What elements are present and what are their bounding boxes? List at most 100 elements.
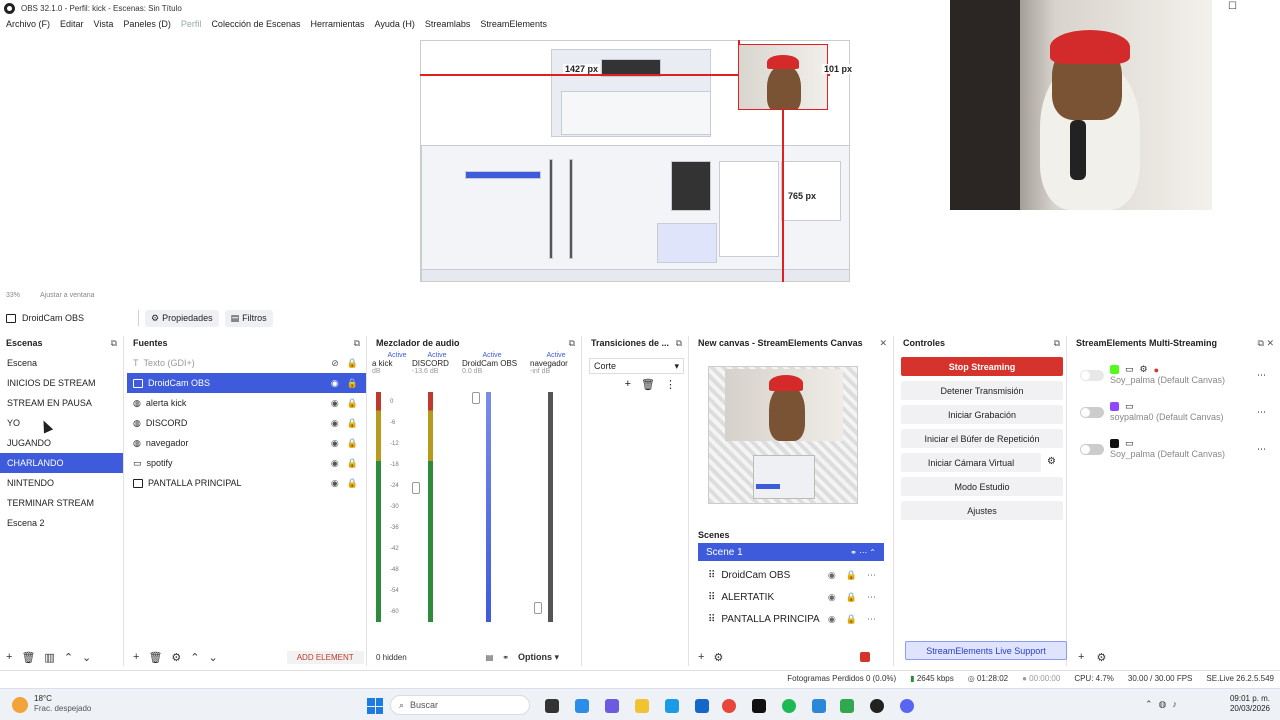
layout-icon[interactable]: ▤ — [486, 653, 494, 662]
channel-name[interactable]: navegador — [530, 359, 582, 368]
filters-button[interactable]: ▤ Filtros — [224, 309, 273, 327]
source-item[interactable]: ◍ DISCORD ◉ 🔒 — [127, 413, 366, 433]
arrow-up-icon[interactable]: ⌃ — [190, 651, 199, 664]
eye-icon[interactable]: ◉ — [331, 478, 339, 489]
lock-icon[interactable]: 🔒 — [347, 358, 358, 369]
scene-actions-icon[interactable]: ⚭ ⋯ ⌃ — [850, 548, 876, 557]
obs-taskbar-icon[interactable] — [870, 699, 884, 713]
menu-vista[interactable]: Vista — [94, 19, 114, 29]
se-live-support-button[interactable]: StreamElements Live Support — [905, 641, 1067, 660]
settings-icon[interactable]: ⚙ — [1140, 364, 1148, 375]
menu-streamlabs[interactable]: Streamlabs — [425, 19, 471, 29]
lock-icon[interactable]: 🔒 — [846, 592, 857, 603]
canvas-preview[interactable] — [708, 366, 858, 504]
lock-icon[interactable]: 🔒 — [846, 570, 857, 581]
scene-item[interactable]: Escena — [0, 353, 123, 373]
volume-slider-handle[interactable] — [412, 482, 420, 494]
spotify-icon[interactable] — [782, 699, 796, 713]
undock-icon[interactable]: ⧉ — [1054, 338, 1060, 349]
lock-icon[interactable]: 🔒 — [846, 614, 857, 625]
source-item[interactable]: ◍ alerta kick ◉ 🔒 — [127, 393, 366, 413]
weather-widget[interactable]: 18°C Frac. despejado — [34, 694, 91, 714]
maximize-button[interactable]: ☐ — [1228, 1, 1237, 12]
zoom-level[interactable]: 33% — [6, 292, 20, 299]
start-recording-button[interactable]: Iniciar Grabación — [901, 405, 1063, 424]
more-icon[interactable]: ⋮ — [665, 378, 676, 391]
lock-icon[interactable]: 🔒 — [347, 438, 358, 449]
add-icon[interactable]: + — [1078, 651, 1084, 663]
options-button[interactable]: Options ▾ — [518, 652, 559, 663]
channel-name[interactable]: DroidCam OBS — [462, 359, 522, 368]
menu-coleccion[interactable]: Colección de Escenas — [211, 19, 300, 29]
edge-icon[interactable] — [665, 699, 679, 713]
eye-icon[interactable]: ◉ — [331, 398, 339, 409]
stop-streaming-button[interactable]: Stop Streaming — [901, 357, 1063, 376]
destination-toggle[interactable] — [1080, 407, 1104, 418]
drag-handle-icon[interactable]: ⠿ — [708, 592, 715, 603]
eye-icon[interactable]: ◉ — [331, 458, 339, 469]
lock-icon[interactable]: 🔒 — [347, 418, 358, 429]
drag-handle-icon[interactable]: ⠿ — [708, 614, 715, 625]
volume-slider-handle[interactable] — [472, 392, 480, 404]
eye-icon[interactable]: ◉ — [331, 438, 339, 449]
scene-item[interactable]: INICIOS DE STREAM — [0, 373, 123, 393]
store-icon[interactable] — [695, 699, 709, 713]
arrow-down-icon[interactable]: ⌄ — [82, 651, 91, 664]
trash-icon[interactable]: 🗑 — [148, 651, 162, 664]
more-icon[interactable]: ⋯ — [1257, 407, 1266, 418]
virtual-camera-button[interactable]: Iniciar Cámara Virtual — [901, 453, 1041, 472]
add-icon[interactable]: + — [698, 651, 704, 663]
destination-toggle[interactable] — [1080, 370, 1104, 381]
fit-window-label[interactable]: Ajustar a ventana — [40, 292, 94, 299]
source-item-selected[interactable]: DroidCam OBS ◉ 🔒 — [127, 373, 366, 393]
lock-icon[interactable]: 🔒 — [347, 458, 358, 469]
menu-editar[interactable]: Editar — [60, 19, 84, 29]
menu-ayuda[interactable]: Ayuda (H) — [375, 19, 415, 29]
more-icon[interactable]: ⋯ — [1257, 444, 1266, 455]
replay-buffer-button[interactable]: Iniciar el Búfer de Repetición — [901, 429, 1063, 448]
lock-icon[interactable]: 🔒 — [347, 378, 358, 389]
more-icon[interactable]: ⋯ — [1257, 370, 1266, 381]
more-icon[interactable]: ⋯ — [867, 614, 876, 625]
channel-name[interactable]: DISCORD — [412, 359, 462, 368]
properties-button[interactable]: ⚙ Propiedades — [145, 309, 219, 327]
add-scene-icon[interactable]: + — [6, 651, 12, 663]
undock-icon[interactable]: ⧉ — [569, 338, 575, 349]
destination-toggle[interactable] — [1080, 444, 1104, 455]
tiktok-app-icon[interactable] — [752, 699, 766, 713]
gear-icon[interactable]: ⚙ — [171, 651, 181, 664]
gear-icon[interactable]: ⚙ — [713, 651, 723, 664]
task-view-icon[interactable] — [545, 699, 559, 713]
source-item[interactable]: ◍ navegador ◉ 🔒 — [127, 433, 366, 453]
file-explorer-icon[interactable] — [635, 699, 649, 713]
canvas-item[interactable]: ⠿ PANTALLA PRINCIPA ◉ 🔒 ⋯ — [698, 608, 884, 630]
scene-item[interactable]: TERMINAR STREAM — [0, 493, 123, 513]
arrow-up-icon[interactable]: ⌃ — [64, 651, 73, 664]
more-icon[interactable]: ⋯ — [867, 570, 876, 581]
source-item[interactable]: PANTALLA PRINCIPAL ◉ 🔒 — [127, 473, 366, 493]
undock-icon[interactable]: ⧉ — [111, 338, 117, 349]
settings-button[interactable]: Ajustes — [901, 501, 1063, 520]
arrow-down-icon[interactable]: ⌄ — [209, 651, 218, 664]
scene-item[interactable]: YO — [0, 413, 123, 433]
scene-item-selected[interactable]: CHARLANDO — [0, 453, 123, 473]
eye-icon[interactable]: ◉ — [828, 570, 836, 581]
menu-paneles[interactable]: Paneles (D) — [123, 19, 171, 29]
app-icon[interactable] — [575, 699, 589, 713]
canvas-scene-selected[interactable]: Scene 1 ⚭ ⋯ ⌃ — [698, 543, 884, 561]
lock-icon[interactable]: 🔒 — [347, 398, 358, 409]
windows-start-icon[interactable] — [367, 698, 383, 714]
gear-icon[interactable]: ⚙ — [1047, 456, 1056, 467]
undock-icon[interactable]: ⧉ — [676, 338, 682, 349]
transition-select[interactable]: Corte ▾ — [589, 358, 684, 374]
menu-herramientas[interactable]: Herramientas — [311, 19, 365, 29]
canvas-item[interactable]: ⠿ ALERTATIK ◉ 🔒 ⋯ — [698, 586, 884, 608]
stop-broadcast-button[interactable]: Detener Transmisión — [901, 381, 1063, 400]
add-element-button[interactable]: ADD ELEMENT — [286, 650, 364, 664]
drag-handle-icon[interactable]: ⠿ — [708, 570, 715, 581]
app-icon[interactable] — [605, 699, 619, 713]
scene-item[interactable]: NINTENDO — [0, 473, 123, 493]
close-icon[interactable]: ⧉ ✕ — [1258, 338, 1274, 349]
studio-mode-button[interactable]: Modo Estudio — [901, 477, 1063, 496]
chrome-icon[interactable] — [722, 699, 736, 713]
